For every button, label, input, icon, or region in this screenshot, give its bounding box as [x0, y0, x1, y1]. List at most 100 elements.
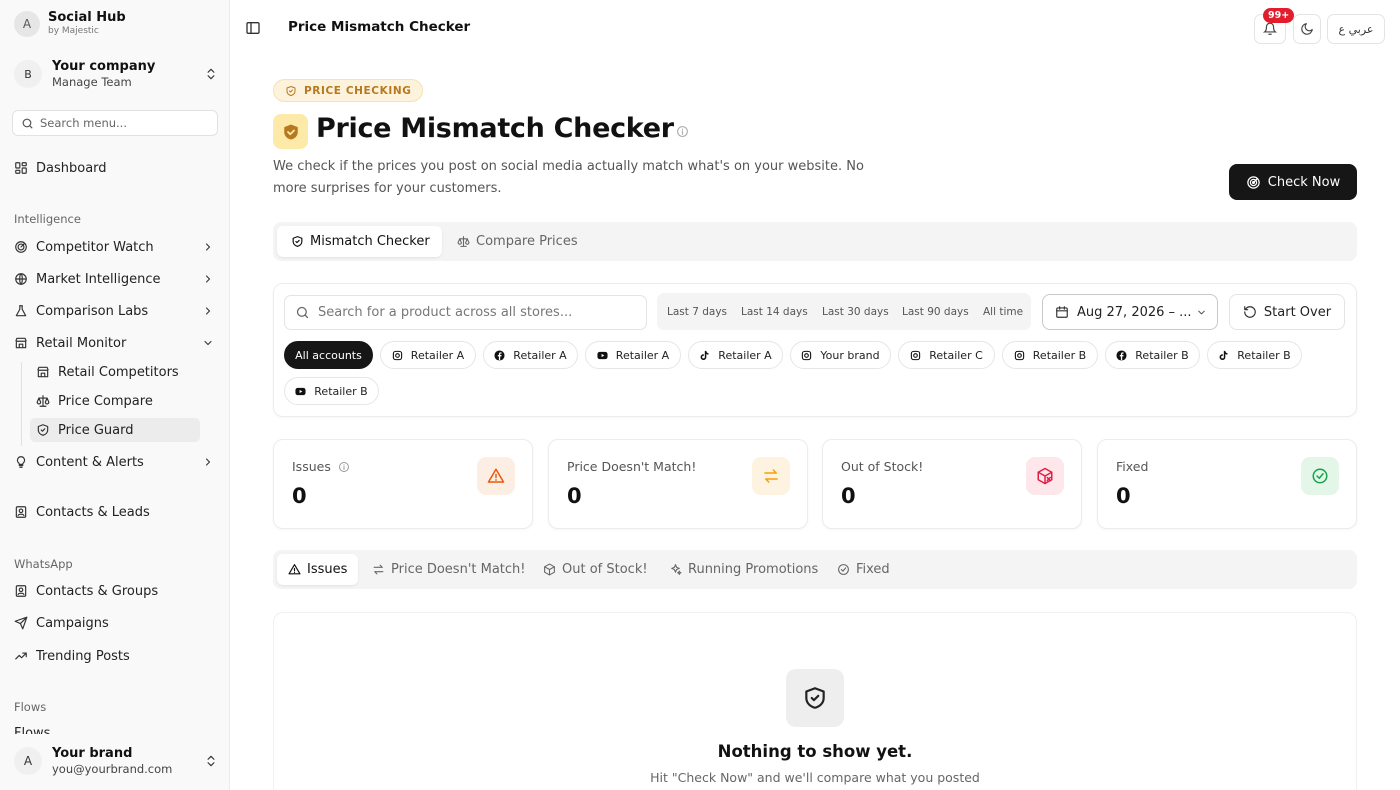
stat-icon-bg	[1026, 457, 1064, 495]
info-icon[interactable]	[676, 125, 689, 138]
page-category-pill: PRICE CHECKING	[273, 79, 424, 102]
radar-icon	[1247, 175, 1260, 189]
check-now-button[interactable]: Check Now	[1229, 164, 1357, 200]
account-chip-all[interactable]: All accounts	[284, 341, 373, 369]
tab-price-mismatch[interactable]: Price Doesn't Match!	[358, 554, 538, 585]
sidebar-item-trending-posts[interactable]: Trending Posts	[14, 643, 216, 669]
stat-card-fixed: Fixed 0	[1097, 439, 1357, 529]
account-chip[interactable]: Retailer C	[898, 341, 995, 369]
company-switcher[interactable]: B Your company Manage Team	[12, 52, 218, 96]
stat-value: 0	[1116, 484, 1131, 508]
stat-label: Issues	[292, 459, 331, 474]
sidebar-item-label: Contacts & Groups	[36, 583, 159, 599]
chip-label: Retailer A	[410, 348, 465, 362]
sidebar-item-label: Contacts & Leads	[36, 504, 150, 520]
radar-icon	[15, 241, 27, 253]
tab-issues[interactable]: Issues	[277, 554, 359, 585]
sidebar-search[interactable]	[12, 110, 218, 136]
section-label-whatsapp: WhatsApp	[14, 557, 73, 571]
account-chip[interactable]: Retailer A	[688, 341, 783, 369]
user-menu[interactable]: A Your brand you@yourbrand.com	[12, 740, 218, 782]
sidebar: A Social Hub by Majestic B Your company …	[0, 0, 230, 790]
shield-check-icon	[286, 85, 296, 96]
scale-icon	[36, 395, 50, 407]
search-icon	[296, 306, 309, 319]
sidebar-item-label: Retail Competitors	[58, 364, 179, 380]
chevron-right-icon	[205, 458, 211, 466]
arrows-left-right-icon	[764, 469, 778, 483]
store-icon	[15, 337, 27, 349]
chip-label: Retailer B	[1032, 348, 1087, 362]
instagram-icon	[911, 350, 921, 360]
app-brand[interactable]: A Social Hub by Majestic	[14, 10, 126, 37]
main-tabs: Mismatch Checker Compare Prices	[273, 222, 1357, 261]
range-last-7-days[interactable]: Last 7 days	[667, 293, 727, 330]
info-icon[interactable]	[338, 461, 350, 473]
chip-label: All accounts	[295, 348, 362, 362]
start-over-label: Start Over	[1263, 304, 1332, 320]
instagram-icon	[802, 350, 812, 360]
tab-label: Mismatch Checker	[310, 234, 430, 249]
account-chip[interactable]: Retailer B	[1002, 341, 1098, 369]
sidebar-item-competitor-watch[interactable]: Competitor Watch	[14, 234, 216, 260]
flask-icon	[15, 305, 27, 317]
stat-value: 0	[841, 484, 856, 508]
sidebar-search-input[interactable]	[40, 116, 200, 130]
stat-card-out-of-stock: Out of Stock! 0	[822, 439, 1082, 529]
sidebar-item-contacts-groups[interactable]: Contacts & Groups	[14, 578, 216, 604]
instagram-icon	[1014, 350, 1024, 360]
chevron-right-icon	[205, 243, 211, 251]
product-search[interactable]	[284, 295, 647, 330]
sidebar-item-dashboard[interactable]: Dashboard	[14, 155, 216, 181]
shield-check-icon	[37, 424, 49, 436]
sidebar-toggle-icon[interactable]	[245, 20, 261, 36]
sidebar-item-label: Dashboard	[36, 160, 107, 176]
chevron-down-icon	[1198, 310, 1205, 314]
empty-state-subtitle: Hit "Check Now" and we'll compare what y…	[650, 770, 980, 785]
account-chip[interactable]: Your brand	[790, 341, 891, 369]
tab-running-promotions[interactable]: Running Promotions	[655, 554, 830, 585]
language-button[interactable]: عربي ع	[1327, 14, 1385, 44]
tab-fixed[interactable]: Fixed	[823, 554, 902, 585]
account-chip[interactable]: Retailer B	[1207, 341, 1302, 369]
sidebar-item-market-intelligence[interactable]: Market Intelligence	[14, 266, 216, 292]
youtube-icon	[295, 387, 306, 395]
sidebar-item-retail-competitors[interactable]: Retail Competitors	[30, 360, 200, 384]
account-chip[interactable]: Retailer A	[585, 341, 681, 369]
account-chip[interactable]: Retailer B	[1105, 341, 1200, 369]
sidebar-item-price-compare[interactable]: Price Compare	[30, 389, 200, 413]
empty-state-icon	[786, 669, 844, 727]
product-search-input[interactable]	[318, 305, 638, 320]
stat-label: Price Doesn't Match!	[567, 459, 697, 474]
tiktok-icon	[1219, 350, 1228, 360]
account-chip[interactable]: Retailer A	[380, 341, 476, 369]
sidebar-item-retail-monitor[interactable]: Retail Monitor	[14, 330, 216, 356]
sidebar-item-campaigns[interactable]: Campaigns	[14, 610, 216, 636]
stat-icon-bg	[1301, 457, 1339, 495]
tab-label: Price Doesn't Match!	[391, 562, 526, 577]
range-last-90-days[interactable]: Last 90 days	[902, 293, 969, 330]
range-all-time[interactable]: All time	[983, 293, 1023, 330]
shield-check-icon	[805, 687, 825, 709]
lightbulb-icon	[16, 456, 26, 468]
range-last-30-days[interactable]: Last 30 days	[822, 293, 889, 330]
theme-toggle-button[interactable]	[1293, 14, 1321, 44]
sidebar-item-price-guard[interactable]: Price Guard	[30, 418, 200, 442]
chip-label: Retailer A	[615, 348, 670, 362]
company-avatar: B	[14, 60, 42, 88]
sidebar-item-flows[interactable]: Flows	[14, 726, 134, 734]
sidebar-item-content-alerts[interactable]: Content & Alerts	[14, 449, 216, 475]
range-last-14-days[interactable]: Last 14 days	[741, 293, 808, 330]
date-picker-button[interactable]: Aug 27, 2026 – ...	[1042, 294, 1218, 330]
tab-compare-prices[interactable]: Compare Prices	[443, 226, 590, 257]
sidebar-item-label: Content & Alerts	[36, 454, 144, 470]
contact-icon	[15, 585, 27, 597]
tab-mismatch-checker[interactable]: Mismatch Checker	[277, 226, 442, 257]
tab-out-of-stock[interactable]: Out of Stock!	[529, 554, 660, 585]
account-chip[interactable]: Retailer A	[483, 341, 578, 369]
start-over-button[interactable]: Start Over	[1229, 294, 1345, 330]
account-chip[interactable]: Retailer B	[284, 377, 379, 405]
chevrons-up-down-icon	[207, 68, 215, 80]
sidebar-item-comparison-labs[interactable]: Comparison Labs	[14, 298, 216, 324]
sidebar-item-contacts-leads[interactable]: Contacts & Leads	[14, 499, 216, 525]
